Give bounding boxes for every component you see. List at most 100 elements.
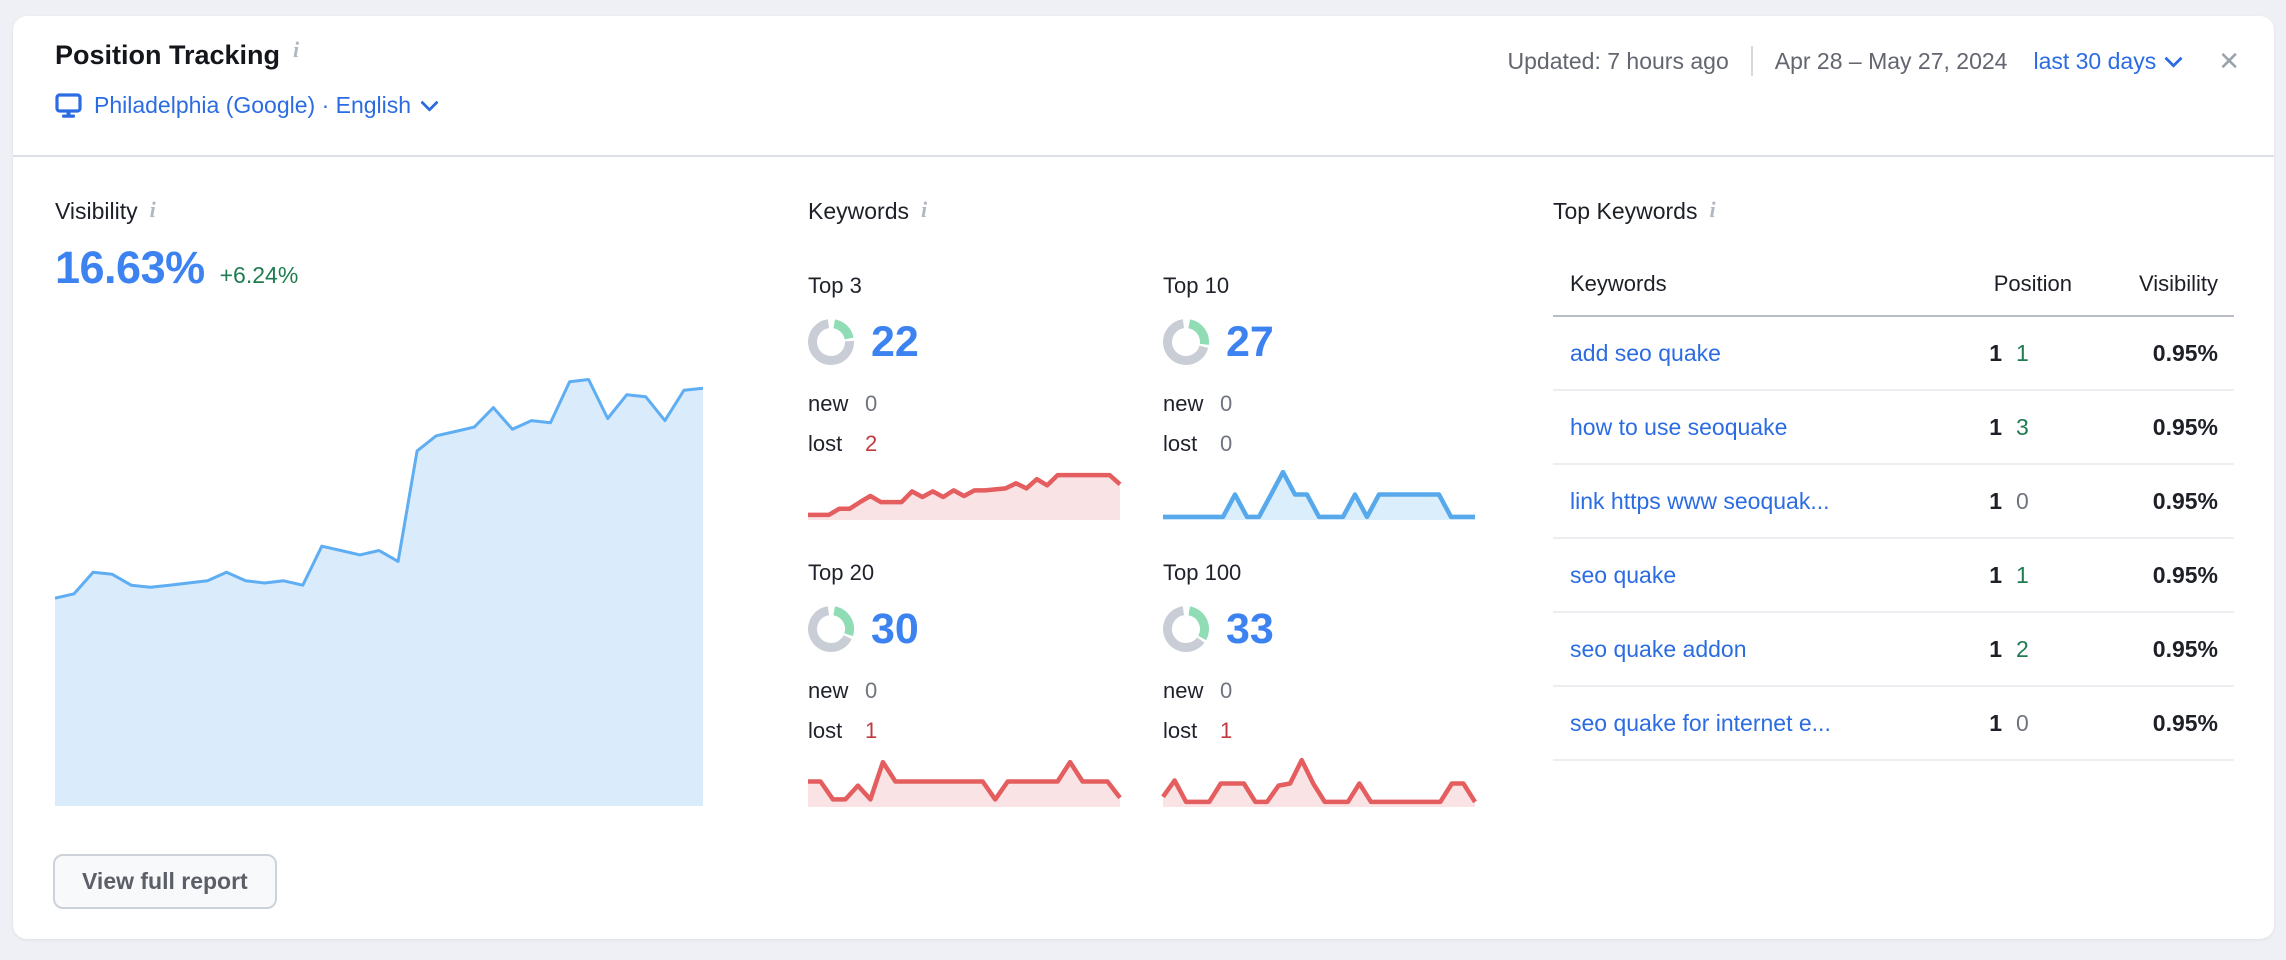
campaign-selector[interactable]: Philadelphia (Google) · English xyxy=(55,92,436,119)
top-keywords-table: Keywords Position Visibility add seo qua… xyxy=(1553,270,2234,761)
table-row: how to use seoquake 1 3 0.95% xyxy=(1553,391,2234,465)
widget-header-right: Updated: 7 hours ago Apr 28 – May 27, 20… xyxy=(1508,46,2240,76)
keywords-section-heading: Keywords i xyxy=(808,198,927,225)
top-keywords-heading-label: Top Keywords xyxy=(1553,198,1697,225)
keywords-block-top10: Top 10 27 new0 lost0 xyxy=(1163,272,1488,520)
new-value: 0 xyxy=(865,390,877,418)
visibility-value: 16.63% xyxy=(55,242,205,294)
position-change: 1 xyxy=(2002,340,2072,367)
donut-chart-icon xyxy=(808,606,854,652)
position-change: 2 xyxy=(2002,636,2072,663)
lost-label: lost xyxy=(1163,717,1220,745)
info-icon[interactable]: i xyxy=(293,37,299,63)
donut-chart-icon xyxy=(808,319,854,365)
widget-header-left: Position Tracking i Philadelphia (Google… xyxy=(55,38,436,119)
table-row: link https www seoquak... 1 0 0.95% xyxy=(1553,465,2234,539)
top20-sparkline-chart xyxy=(808,751,1120,807)
visibility-cell: 0.95% xyxy=(2072,710,2218,737)
campaign-label: Philadelphia (Google) · English xyxy=(94,92,411,119)
visibility-section-heading: Visibility i xyxy=(55,198,156,225)
lost-value: 1 xyxy=(1220,717,1232,745)
block-label: Top 20 xyxy=(808,559,1133,587)
visibility-delta: +6.24% xyxy=(220,262,299,289)
lost-value: 1 xyxy=(865,717,877,745)
new-value: 0 xyxy=(1220,390,1232,418)
position-value: 1 xyxy=(1932,414,2002,441)
keyword-link[interactable]: seo quake addon xyxy=(1570,636,1932,663)
position-value: 1 xyxy=(1932,340,2002,367)
new-label: new xyxy=(1163,390,1220,418)
keywords-count: 30 xyxy=(871,606,919,652)
visibility-cell: 0.95% xyxy=(2072,340,2218,367)
new-value: 0 xyxy=(865,677,877,705)
info-icon[interactable]: i xyxy=(921,197,927,223)
position-value: 1 xyxy=(1932,562,2002,589)
keywords-count: 27 xyxy=(1226,319,1274,365)
keywords-block-top3: Top 3 22 new0 lost2 xyxy=(808,272,1133,520)
page-background: Position Tracking i Philadelphia (Google… xyxy=(0,0,2286,960)
header-divider xyxy=(1751,46,1753,76)
new-label: new xyxy=(808,677,865,705)
keyword-link[interactable]: seo quake for internet e... xyxy=(1570,710,1932,737)
keywords-heading-label: Keywords xyxy=(808,198,909,225)
keyword-link[interactable]: link https www seoquak... xyxy=(1570,488,1932,515)
table-row: seo quake for internet e... 1 0 0.95% xyxy=(1553,687,2234,761)
keywords-count: 22 xyxy=(871,319,919,365)
top10-sparkline-chart xyxy=(1163,464,1475,520)
table-row: seo quake addon 1 2 0.95% xyxy=(1553,613,2234,687)
keyword-link[interactable]: how to use seoquake xyxy=(1570,414,1932,441)
position-value: 1 xyxy=(1932,710,2002,737)
keyword-link[interactable]: add seo quake xyxy=(1570,340,1932,367)
keywords-block-top20: Top 20 30 new0 lost1 xyxy=(808,559,1133,807)
header-bottom-divider xyxy=(13,155,2274,157)
visibility-cell: 0.95% xyxy=(2072,488,2218,515)
desktop-device-icon xyxy=(55,93,82,118)
column-header-keywords: Keywords xyxy=(1570,271,1946,297)
block-label: Top 3 xyxy=(808,272,1133,300)
position-value: 1 xyxy=(1932,636,2002,663)
close-icon[interactable]: ✕ xyxy=(2218,48,2240,74)
lost-label: lost xyxy=(1163,430,1220,458)
new-value: 0 xyxy=(1220,677,1232,705)
donut-chart-icon xyxy=(1163,319,1209,365)
view-full-report-button[interactable]: View full report xyxy=(53,854,277,909)
lost-value: 2 xyxy=(865,430,877,458)
column-header-visibility: Visibility xyxy=(2072,271,2218,297)
visibility-area-chart xyxy=(55,370,703,806)
keyword-link[interactable]: seo quake xyxy=(1570,562,1932,589)
lost-label: lost xyxy=(808,430,865,458)
lost-label: lost xyxy=(808,717,865,745)
date-range-text: Apr 28 – May 27, 2024 xyxy=(1775,48,2008,75)
position-change: 3 xyxy=(2002,414,2072,441)
chevron-down-icon xyxy=(2165,49,2183,67)
table-row: add seo quake 1 1 0.95% xyxy=(1553,317,2234,391)
new-label: new xyxy=(808,390,865,418)
chevron-down-icon xyxy=(420,93,438,111)
new-label: new xyxy=(1163,677,1220,705)
period-label: last 30 days xyxy=(2033,48,2156,75)
position-tracking-widget: Position Tracking i Philadelphia (Google… xyxy=(13,16,2274,939)
top100-sparkline-chart xyxy=(1163,751,1475,807)
visibility-value-row: 16.63% +6.24% xyxy=(55,242,298,294)
top-keywords-section-heading: Top Keywords i xyxy=(1553,198,1716,225)
position-change: 0 xyxy=(2002,488,2072,515)
info-icon[interactable]: i xyxy=(1709,197,1715,223)
table-row: seo quake 1 1 0.95% xyxy=(1553,539,2234,613)
page-title: Position Tracking xyxy=(55,38,280,72)
period-selector[interactable]: last 30 days xyxy=(2033,48,2180,75)
position-change: 1 xyxy=(2002,562,2072,589)
info-icon[interactable]: i xyxy=(150,197,156,223)
table-header-row: Keywords Position Visibility xyxy=(1553,270,2234,298)
block-label: Top 10 xyxy=(1163,272,1488,300)
block-label: Top 100 xyxy=(1163,559,1488,587)
position-change: 0 xyxy=(2002,710,2072,737)
updated-text: Updated: 7 hours ago xyxy=(1508,48,1729,75)
top3-sparkline-chart xyxy=(808,464,1120,520)
visibility-cell: 0.95% xyxy=(2072,562,2218,589)
lost-value: 0 xyxy=(1220,430,1232,458)
visibility-heading-label: Visibility xyxy=(55,198,138,225)
keywords-count: 33 xyxy=(1226,606,1274,652)
donut-chart-icon xyxy=(1163,606,1209,652)
keywords-block-top100: Top 100 33 new0 lost1 xyxy=(1163,559,1488,807)
visibility-cell: 0.95% xyxy=(2072,414,2218,441)
